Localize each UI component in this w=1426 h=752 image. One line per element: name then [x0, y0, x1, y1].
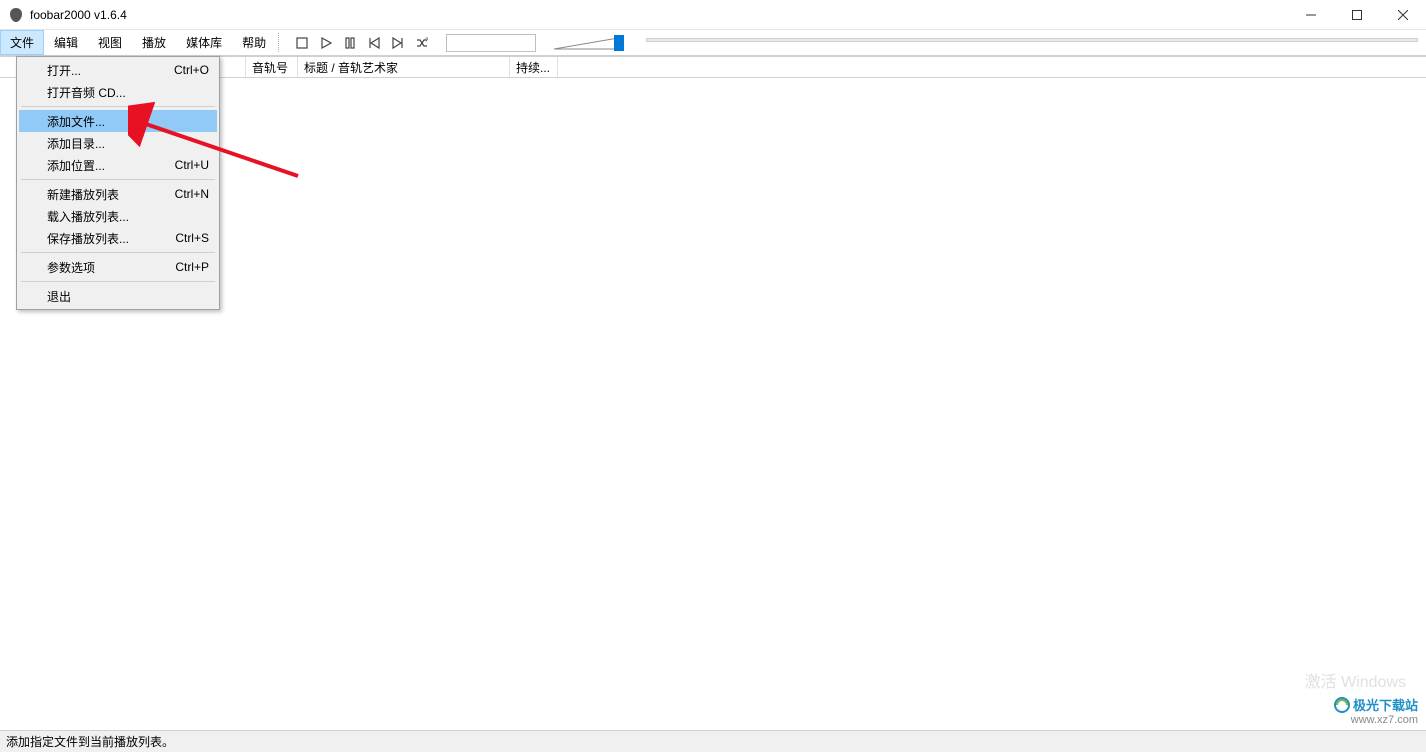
app-icon [8, 7, 24, 23]
prev-button[interactable] [364, 33, 384, 53]
menu-save-playlist[interactable]: 保存播放列表... Ctrl+S [19, 227, 217, 249]
volume-thumb[interactable] [614, 35, 624, 51]
menu-playback-label: 播放 [142, 34, 166, 51]
menu-exit-label: 退出 [47, 288, 71, 305]
minimize-button[interactable] [1288, 0, 1334, 30]
menu-load-playlist[interactable]: 载入播放列表... [19, 205, 217, 227]
menu-help-label: 帮助 [242, 34, 266, 51]
seek-track [646, 38, 1418, 42]
column-track-no[interactable]: 音轨号 [246, 57, 298, 77]
menu-add-location[interactable]: 添加位置... Ctrl+U [19, 154, 217, 176]
menu-preferences[interactable]: 参数选项 Ctrl+P [19, 256, 217, 278]
menu-library-label: 媒体库 [186, 34, 222, 51]
column-track-no-label: 音轨号 [252, 59, 288, 76]
column-title-artist[interactable]: 标题 / 音轨艺术家 [298, 57, 510, 77]
maximize-button[interactable] [1334, 0, 1380, 30]
menubar: 文件 编辑 视图 播放 媒体库 帮助 ? [0, 30, 1426, 56]
menu-library[interactable]: 媒体库 [176, 30, 232, 55]
menu-add-files[interactable]: 添加文件... [19, 110, 217, 132]
toolbar-separator [278, 33, 282, 52]
menu-save-playlist-label: 保存播放列表... [47, 230, 129, 247]
menu-separator [21, 179, 215, 180]
seek-bar[interactable] [646, 30, 1418, 50]
playback-toolbar: ? [284, 30, 638, 56]
menu-open[interactable]: 打开... Ctrl+O [19, 59, 217, 81]
menu-file[interactable]: 文件 [0, 30, 44, 55]
menu-edit[interactable]: 编辑 [44, 30, 88, 55]
menu-new-playlist-label: 新建播放列表 [47, 186, 119, 203]
window-title: foobar2000 v1.6.4 [30, 8, 127, 22]
play-button[interactable] [316, 33, 336, 53]
volume-slider[interactable] [554, 33, 624, 53]
random-button[interactable]: ? [412, 33, 432, 53]
windows-activate-watermark: 激活 Windows [1305, 668, 1406, 692]
column-title-artist-label: 标题 / 音轨艺术家 [304, 59, 398, 76]
menu-separator [21, 281, 215, 282]
menu-separator [21, 252, 215, 253]
site-watermark: 极光下载站 www.xz7.com [1333, 695, 1418, 726]
status-text: 添加指定文件到当前播放列表。 [6, 733, 174, 750]
menu-add-location-shortcut: Ctrl+U [157, 158, 209, 172]
site-watermark-name-text: 极光下载站 [1353, 695, 1418, 714]
column-duration[interactable]: 持续... [510, 57, 558, 77]
menu-file-label: 文件 [10, 34, 34, 51]
search-input[interactable] [446, 34, 536, 52]
column-duration-label: 持续... [516, 59, 550, 76]
pause-button[interactable] [340, 33, 360, 53]
menu-help[interactable]: 帮助 [232, 30, 276, 55]
menu-view-label: 视图 [98, 34, 122, 51]
menu-preferences-label: 参数选项 [47, 259, 95, 276]
menu-preferences-shortcut: Ctrl+P [157, 260, 209, 274]
menu-new-playlist-shortcut: Ctrl+N [157, 187, 209, 201]
menu-add-files-label: 添加文件... [47, 113, 105, 130]
menu-edit-label: 编辑 [54, 34, 78, 51]
titlebar: foobar2000 v1.6.4 [0, 0, 1426, 30]
menu-open-shortcut: Ctrl+O [156, 63, 209, 77]
menu-open-label: 打开... [47, 62, 81, 79]
svg-text:?: ? [425, 38, 429, 44]
file-menu-dropdown: 打开... Ctrl+O 打开音频 CD... 添加文件... 添加目录... 添… [16, 56, 220, 310]
menu-save-playlist-shortcut: Ctrl+S [157, 231, 209, 245]
menu-view[interactable]: 视图 [88, 30, 132, 55]
menu-exit[interactable]: 退出 [19, 285, 217, 307]
stop-button[interactable] [292, 33, 312, 53]
next-button[interactable] [388, 33, 408, 53]
window-controls [1288, 0, 1426, 30]
menu-separator [21, 106, 215, 107]
menu-playback[interactable]: 播放 [132, 30, 176, 55]
menu-add-location-label: 添加位置... [47, 157, 105, 174]
menu-add-folder-label: 添加目录... [47, 135, 105, 152]
site-watermark-name: 极光下载站 [1333, 695, 1418, 714]
menu-load-playlist-label: 载入播放列表... [47, 208, 129, 225]
menu-open-cd[interactable]: 打开音频 CD... [19, 81, 217, 103]
close-button[interactable] [1380, 0, 1426, 30]
windows-activate-text: 激活 Windows [1305, 674, 1406, 691]
site-watermark-url: www.xz7.com [1333, 714, 1418, 726]
menu-open-cd-label: 打开音频 CD... [47, 84, 126, 101]
menu-add-folder[interactable]: 添加目录... [19, 132, 217, 154]
status-bar: 添加指定文件到当前播放列表。 [0, 730, 1426, 752]
column-spacer [558, 57, 1426, 77]
menu-new-playlist[interactable]: 新建播放列表 Ctrl+N [19, 183, 217, 205]
